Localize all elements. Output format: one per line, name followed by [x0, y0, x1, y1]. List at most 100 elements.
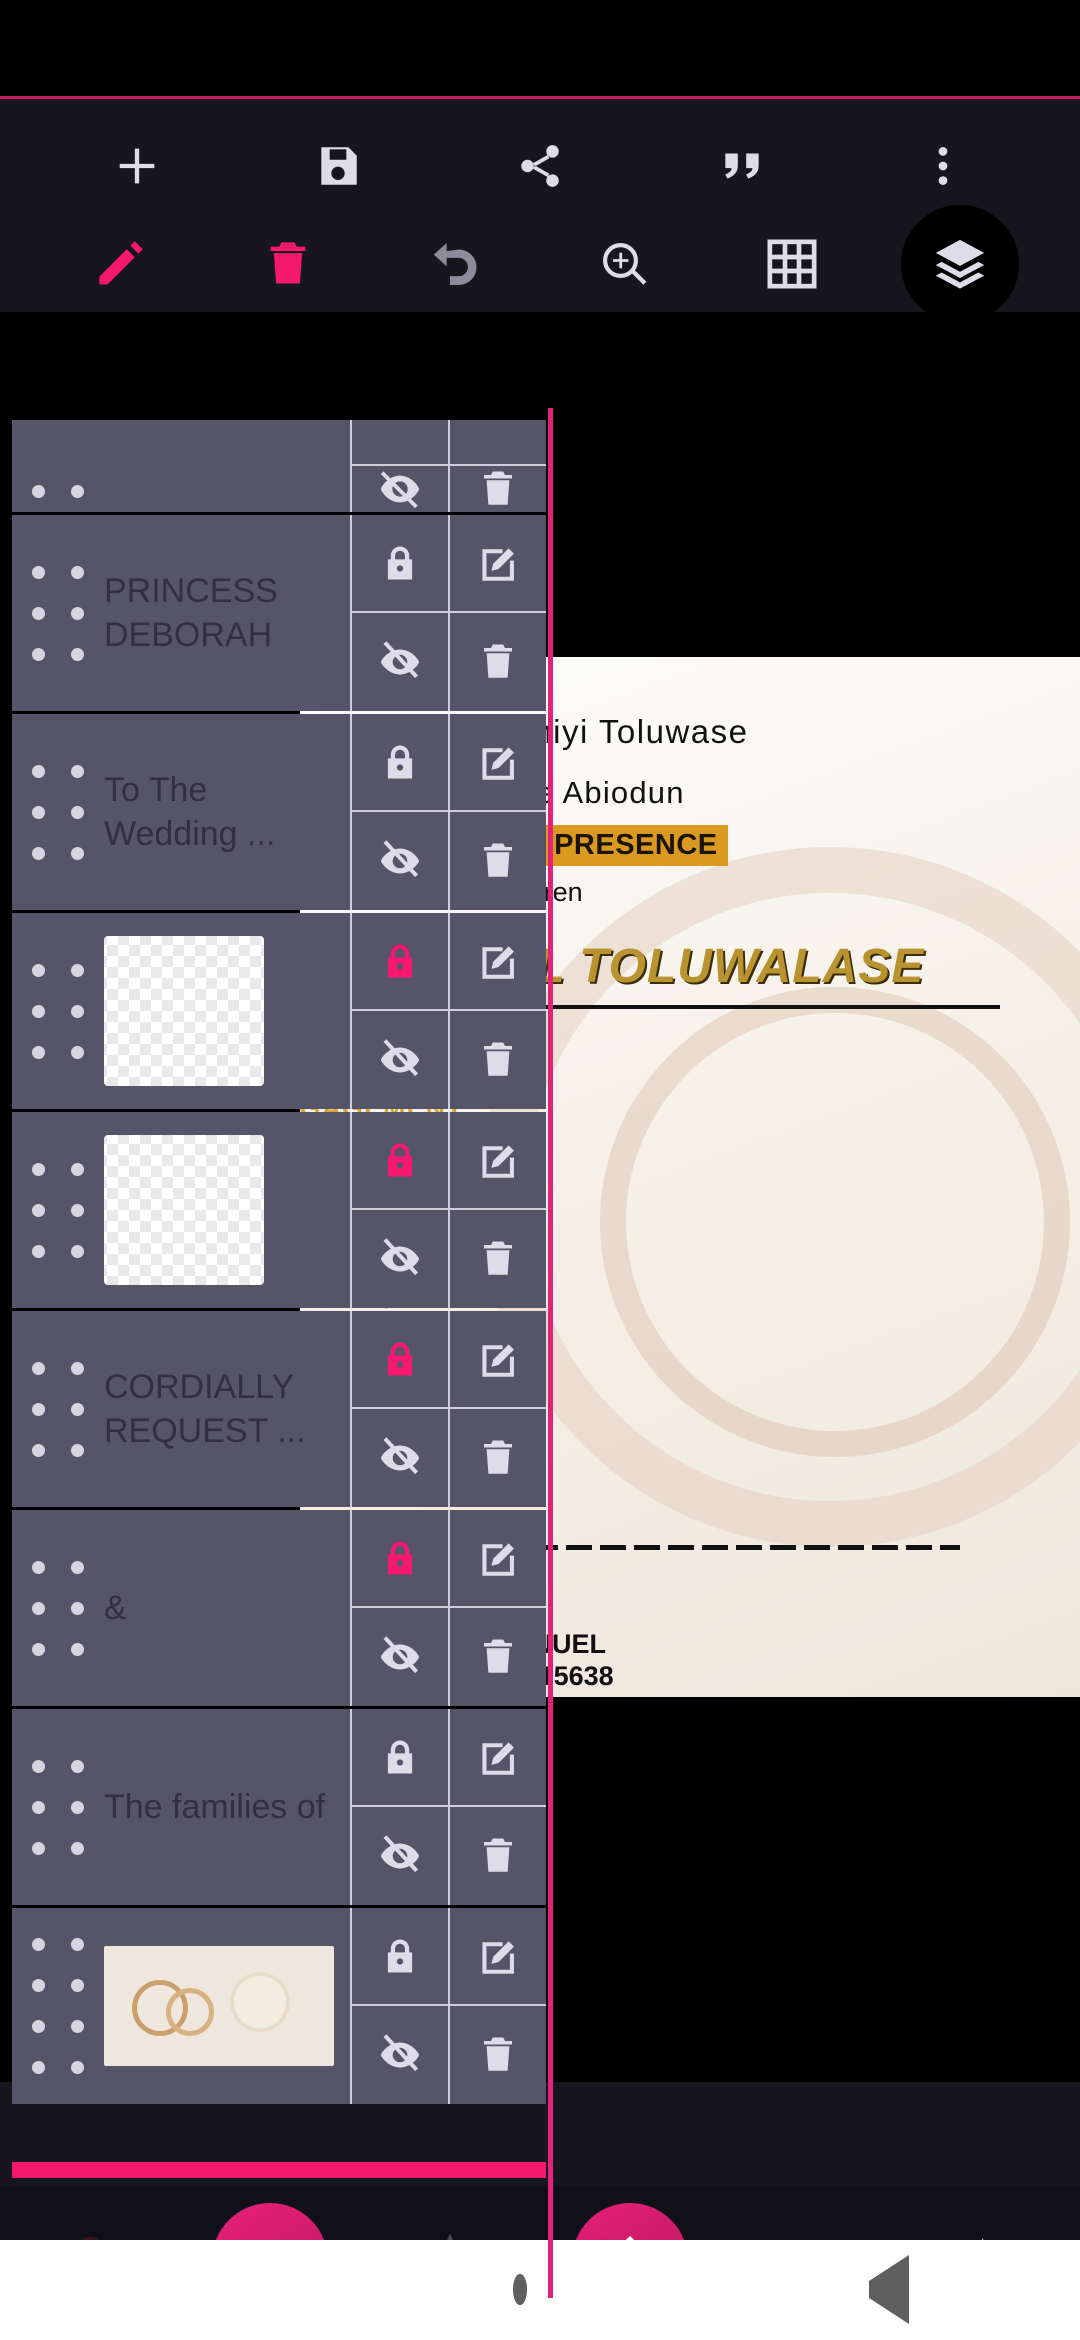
layer-delete-button[interactable]: [448, 1409, 546, 1507]
layer-drag-handle[interactable]: [12, 1112, 104, 1308]
layer-row[interactable]: CORDIALLY REQUEST ...: [12, 1311, 546, 1507]
layer-hide-button[interactable]: [350, 1608, 448, 1706]
layer-edit-button[interactable]: [448, 420, 546, 466]
delete-button[interactable]: [204, 214, 372, 314]
delete-icon: [262, 238, 314, 290]
layer-delete-button[interactable]: [448, 1807, 546, 1905]
layer-content[interactable]: [104, 1112, 350, 1308]
layer-row[interactable]: [12, 420, 546, 512]
layer-lock-button[interactable]: [350, 420, 448, 466]
layer-lock-button[interactable]: [350, 1311, 448, 1409]
layer-lock-button[interactable]: [350, 1709, 448, 1807]
layer-lock-button[interactable]: [350, 1908, 448, 2006]
edit-button[interactable]: [36, 214, 204, 314]
home-icon: [513, 2274, 527, 2305]
layer-actions[interactable]: [350, 1311, 546, 1507]
layer-hide-button[interactable]: [350, 466, 448, 512]
layer-content[interactable]: [104, 913, 350, 1109]
layer-hide-button[interactable]: [350, 2006, 448, 2104]
layer-drag-handle[interactable]: [12, 1709, 104, 1905]
layer-hide-button[interactable]: [350, 812, 448, 910]
layers-icon: [931, 235, 989, 293]
layer-actions[interactable]: [350, 1510, 546, 1706]
layer-lock-button[interactable]: [350, 515, 448, 613]
layer-content[interactable]: CORDIALLY REQUEST ...: [104, 1311, 350, 1507]
home-button[interactable]: [513, 2274, 527, 2305]
layer-content[interactable]: To The Wedding ...: [104, 714, 350, 910]
layer-lock-button[interactable]: [350, 913, 448, 1011]
layer-row[interactable]: [12, 913, 546, 1109]
layer-edit-button[interactable]: [448, 714, 546, 812]
layer-row[interactable]: [12, 1112, 546, 1308]
layer-delete-button[interactable]: [448, 1210, 546, 1308]
layer-hide-button[interactable]: [350, 1011, 448, 1109]
layer-drag-handle[interactable]: [12, 714, 104, 910]
selection-guide-line: [548, 408, 553, 2298]
layer-delete-button[interactable]: [448, 466, 546, 512]
layer-actions[interactable]: [350, 1112, 546, 1308]
layer-drag-handle[interactable]: [12, 913, 104, 1109]
layer-drag-handle[interactable]: [12, 1908, 104, 2104]
layer-row[interactable]: PRINCESS DEBORAH: [12, 515, 546, 711]
undo-button[interactable]: [372, 214, 540, 314]
quote-button[interactable]: [641, 116, 843, 216]
layer-label: &: [104, 1588, 127, 1627]
layer-delete-button[interactable]: [448, 812, 546, 910]
layer-content[interactable]: The families of: [104, 1709, 350, 1905]
layer-edit-button[interactable]: [448, 1510, 546, 1608]
layer-actions[interactable]: [350, 714, 546, 910]
layer-drag-handle[interactable]: [12, 1510, 104, 1706]
layer-hide-button[interactable]: [350, 1409, 448, 1507]
layer-drag-handle[interactable]: [12, 471, 104, 512]
share-button[interactable]: [439, 116, 641, 216]
layer-delete-button[interactable]: [448, 613, 546, 711]
layer-row[interactable]: The families of: [12, 1709, 546, 1905]
layer-lock-button[interactable]: [350, 1510, 448, 1608]
layer-hide-button[interactable]: [350, 613, 448, 711]
layer-edit-button[interactable]: [448, 1908, 546, 2006]
layer-content[interactable]: PRINCESS DEBORAH: [104, 515, 350, 711]
more-button[interactable]: [842, 116, 1044, 216]
layer-label: The families of: [104, 1787, 326, 1826]
layer-actions[interactable]: [350, 420, 546, 512]
layer-row[interactable]: &: [12, 1510, 546, 1706]
layer-actions[interactable]: [350, 913, 546, 1109]
layer-delete-button[interactable]: [448, 2006, 546, 2104]
screen-root: The families of Evangelist Adeniyi Toluw…: [0, 0, 1080, 2340]
layer-edit-button[interactable]: [448, 1709, 546, 1807]
layer-actions[interactable]: [350, 1908, 546, 2104]
layer-lock-button[interactable]: [350, 714, 448, 812]
layer-drag-handle[interactable]: [12, 1311, 104, 1507]
layer-hide-button[interactable]: [350, 1210, 448, 1308]
accent-hairline: [0, 96, 1080, 99]
layer-delete-button[interactable]: [448, 1608, 546, 1706]
layer-lock-button[interactable]: [350, 1112, 448, 1210]
layer-actions[interactable]: [350, 515, 546, 711]
layer-label: PRINCESS DEBORAH: [104, 571, 278, 654]
layer-drag-handle[interactable]: [12, 515, 104, 711]
status-bar: [0, 0, 1080, 96]
layer-delete-button[interactable]: [448, 1011, 546, 1109]
layer-edit-button[interactable]: [448, 515, 546, 613]
grid-button[interactable]: [708, 214, 876, 314]
zoom-in-button[interactable]: [540, 214, 708, 314]
layer-row[interactable]: [12, 1908, 546, 2104]
layers-panel[interactable]: PRINCESS DEBORAH To The Wedding ... CORD…: [12, 420, 546, 2165]
layer-content[interactable]: &: [104, 1510, 350, 1706]
tools-toolbar: [0, 205, 1080, 323]
layer-hide-button[interactable]: [350, 1807, 448, 1905]
more-icon: [918, 141, 968, 191]
layer-content[interactable]: [104, 1908, 350, 2104]
layer-thumbnail: [104, 1946, 334, 2066]
layer-edit-button[interactable]: [448, 1311, 546, 1409]
layer-edit-button[interactable]: [448, 913, 546, 1011]
layers-button[interactable]: [876, 205, 1044, 323]
layer-edit-button[interactable]: [448, 1112, 546, 1210]
layer-row[interactable]: To The Wedding ...: [12, 714, 546, 910]
layer-thumbnail: [104, 1135, 264, 1285]
back-button[interactable]: [869, 2255, 909, 2324]
add-button[interactable]: [36, 116, 238, 216]
layer-actions[interactable]: [350, 1709, 546, 1905]
save-button[interactable]: [238, 116, 440, 216]
layers-panel-accent-bar: [12, 2162, 546, 2178]
